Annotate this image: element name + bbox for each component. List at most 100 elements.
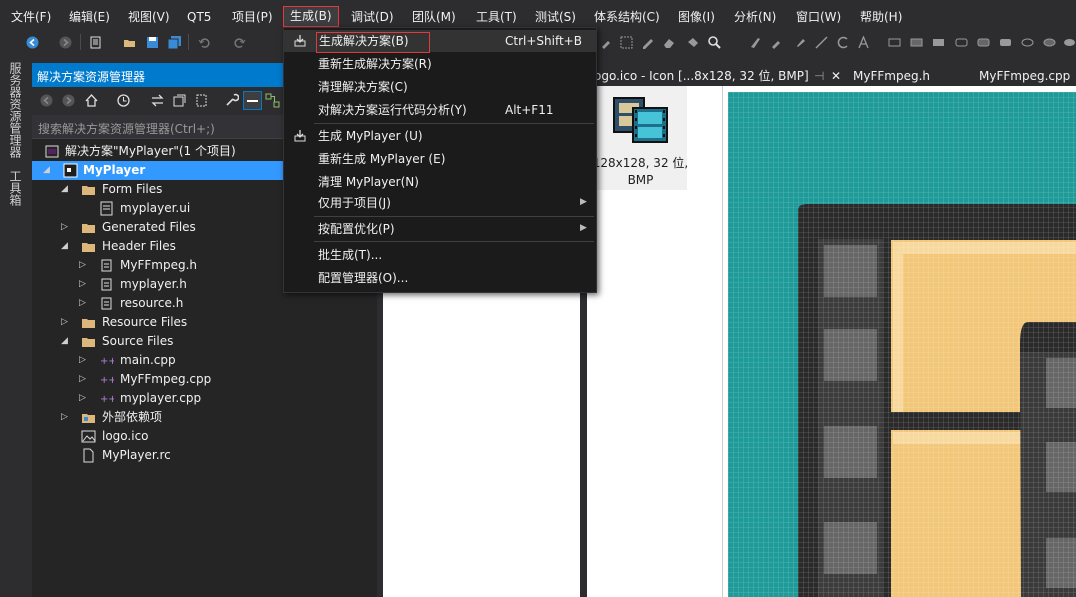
collapse-all-icon[interactable]: [172, 93, 187, 108]
text-tool-icon[interactable]: [857, 36, 870, 49]
configuration-manager-item[interactable]: 配置管理器(O)...: [284, 267, 596, 289]
expanded-arrow-icon[interactable]: ◢: [43, 165, 53, 175]
select-rect-icon[interactable]: [620, 36, 633, 49]
tab-myffmpeg-h[interactable]: MyFFmpeg.h: [853, 67, 930, 86]
tab-logo-ico[interactable]: ogo.ico - Icon [...8x128, 32 位, BMP]: [594, 67, 809, 86]
zoom-icon[interactable]: [708, 36, 721, 49]
ellipse-filled-outline-icon[interactable]: [1043, 36, 1056, 49]
expanded-arrow-icon[interactable]: ◢: [61, 184, 71, 194]
menu-team[interactable]: 团队(M): [412, 9, 456, 25]
menu-analyze[interactable]: 分析(N): [734, 9, 776, 25]
menu-help[interactable]: 帮助(H): [860, 9, 902, 25]
fill-bucket-icon[interactable]: [686, 36, 699, 49]
rebuild-solution-item[interactable]: 重新生成解决方案(R): [284, 53, 596, 75]
collapsed-arrow-icon[interactable]: ▷: [79, 260, 89, 270]
tree-item-file[interactable]: ▷ ++ main.cpp: [32, 351, 377, 370]
expanded-arrow-icon[interactable]: ◢: [61, 336, 71, 346]
expanded-arrow-icon[interactable]: ◢: [61, 241, 71, 251]
rebuild-project-item[interactable]: 重新生成 MyPlayer (E): [284, 148, 596, 170]
rectangle-filled-icon[interactable]: [932, 36, 945, 49]
back-icon[interactable]: [40, 94, 53, 107]
undo-icon[interactable]: [198, 36, 211, 49]
brush-icon[interactable]: [748, 36, 761, 49]
menu-view[interactable]: 视图(V): [128, 9, 170, 25]
close-icon[interactable]: ✕: [831, 67, 841, 86]
properties-icon[interactable]: [224, 93, 239, 108]
menu-test[interactable]: 测试(S): [535, 9, 576, 25]
icon-pixel-canvas[interactable]: [722, 86, 1076, 597]
menu-build[interactable]: 生成(B): [283, 6, 339, 27]
forward-icon[interactable]: [62, 94, 75, 107]
collapsed-arrow-icon[interactable]: ▷: [79, 374, 89, 384]
collapsed-arrow-icon[interactable]: ▷: [79, 393, 89, 403]
ellipse-filled-icon[interactable]: [1063, 36, 1076, 49]
menu-debug[interactable]: 调试(D): [351, 9, 394, 25]
server-explorer-tab[interactable]: 服务器资源管理器: [8, 62, 22, 158]
cpp-file-icon: ++: [100, 394, 114, 405]
svg-text:++: ++: [100, 356, 114, 367]
redo-icon[interactable]: [233, 36, 246, 49]
collapsed-arrow-icon[interactable]: ▷: [79, 298, 89, 308]
build-project-item[interactable]: 生成 MyPlayer (U): [284, 125, 596, 147]
tree-item-source-files[interactable]: ◢ Source Files: [32, 332, 377, 351]
show-all-files-icon[interactable]: [194, 93, 209, 108]
preview-selected-icon[interactable]: [243, 91, 262, 110]
tree-item-label: 外部依赖项: [102, 410, 163, 424]
spray-icon[interactable]: [793, 36, 806, 49]
tree-item-label: Resource Files: [102, 315, 188, 329]
new-project-icon[interactable]: [89, 36, 102, 49]
rectangle-outline-icon[interactable]: [888, 36, 901, 49]
rounded-rect-filled-icon[interactable]: [999, 36, 1012, 49]
tree-item-file[interactable]: ▷ ++ MyFFmpeg.cpp: [32, 370, 377, 389]
collapsed-arrow-icon[interactable]: ▷: [61, 317, 71, 327]
class-diagram-icon[interactable]: [265, 93, 280, 108]
menu-window[interactable]: 窗口(W): [796, 9, 841, 25]
rectangle-filled-outline-icon[interactable]: [910, 36, 923, 49]
back-icon[interactable]: [26, 36, 39, 49]
icon-image-type-item[interactable]: 128x128, 32 位, BMP: [587, 86, 688, 190]
pgo-item[interactable]: 按配置优化(P) ▶: [284, 218, 596, 240]
menu-qt5[interactable]: QT5: [187, 9, 211, 25]
pencil-icon[interactable]: [641, 36, 654, 49]
run-code-analysis-item[interactable]: 对解决方案运行代码分析(Y) Alt+F11: [284, 99, 596, 121]
rounded-rect-filled-outline-icon[interactable]: [977, 36, 990, 49]
collapsed-arrow-icon[interactable]: ▷: [61, 222, 71, 232]
ellipse-outline-icon[interactable]: [1021, 36, 1034, 49]
sync-icon[interactable]: [150, 93, 165, 108]
tree-item-file[interactable]: MyPlayer.rc: [32, 446, 377, 465]
forward-icon[interactable]: [59, 36, 72, 49]
home-icon[interactable]: [84, 93, 99, 108]
tree-item-external-dependencies[interactable]: ▷ 外部依赖项: [32, 408, 377, 427]
pending-changes-icon[interactable]: [116, 93, 131, 108]
tree-item-file[interactable]: ▷ resource.h: [32, 294, 377, 313]
menu-edit[interactable]: 编辑(E): [69, 9, 110, 25]
curve-icon[interactable]: [836, 36, 849, 49]
menu-project[interactable]: 项目(P): [232, 9, 273, 25]
airbrush-icon[interactable]: [770, 36, 783, 49]
batch-build-item[interactable]: 批生成(T)...: [284, 244, 596, 266]
menu-file[interactable]: 文件(F): [11, 9, 51, 25]
rounded-rect-outline-icon[interactable]: [955, 36, 968, 49]
collapsed-arrow-icon[interactable]: ▷: [79, 355, 89, 365]
collapsed-arrow-icon[interactable]: ▷: [79, 279, 89, 289]
save-all-icon[interactable]: [168, 36, 181, 49]
tab-myffmpeg-cpp[interactable]: MyFFmpeg.cpp: [979, 67, 1070, 86]
clean-project-item[interactable]: 清理 MyPlayer(N): [284, 171, 596, 193]
project-only-item[interactable]: 仅用于项目(J) ▶: [284, 192, 596, 214]
open-file-icon[interactable]: [123, 36, 136, 49]
toolbox-tab[interactable]: 工具箱: [8, 170, 22, 206]
tree-item-resource-files[interactable]: ▷ Resource Files: [32, 313, 377, 332]
eyedropper-icon[interactable]: [600, 36, 613, 49]
pin-icon[interactable]: ⊣: [814, 67, 824, 86]
build-solution-item[interactable]: 生成解决方案(B) Ctrl+Shift+B: [284, 30, 596, 53]
menu-architecture[interactable]: 体系结构(C): [594, 9, 660, 25]
collapsed-arrow-icon[interactable]: ▷: [61, 412, 71, 422]
save-icon[interactable]: [146, 36, 159, 49]
clean-solution-item[interactable]: 清理解决方案(C): [284, 76, 596, 98]
tree-item-file[interactable]: logo.ico: [32, 427, 377, 446]
line-icon[interactable]: [815, 36, 828, 49]
eraser-icon[interactable]: [662, 36, 675, 49]
menu-image[interactable]: 图像(I): [678, 9, 715, 25]
tree-item-file[interactable]: ▷ ++ myplayer.cpp: [32, 389, 377, 408]
menu-tools[interactable]: 工具(T): [476, 9, 517, 25]
